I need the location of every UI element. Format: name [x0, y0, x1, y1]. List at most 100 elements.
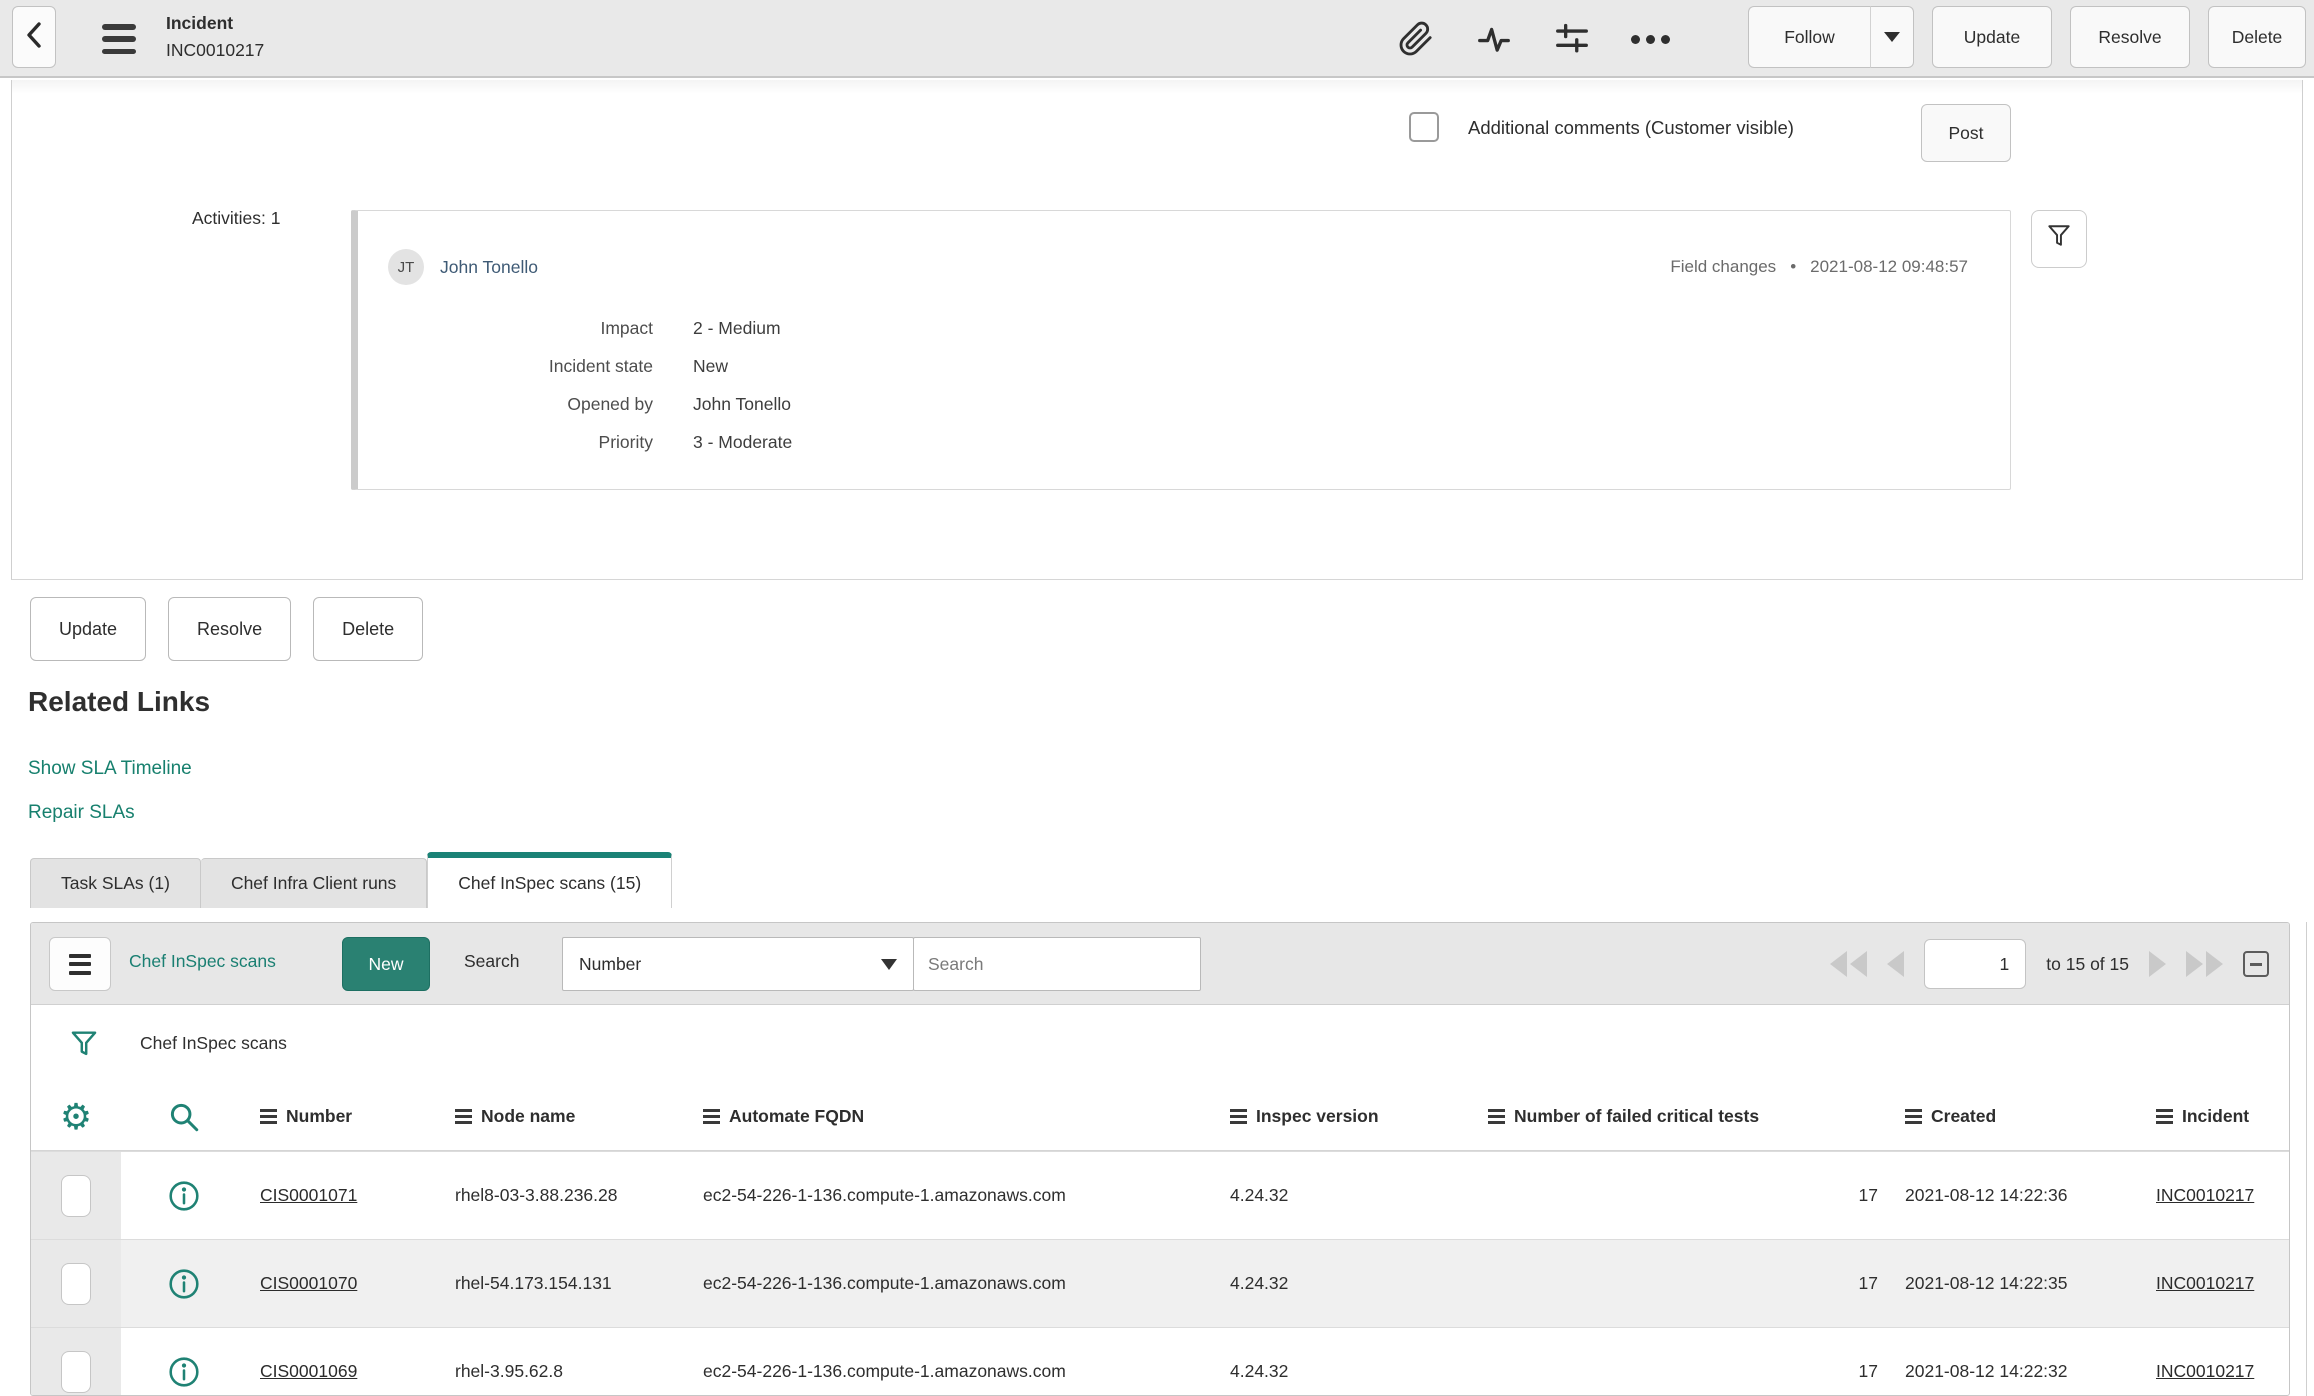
- activity-meta: Field changes • 2021-08-12 09:48:57: [1670, 257, 1968, 277]
- inspec-version-value: 4.24.32: [1230, 1273, 1289, 1293]
- activity-stream-icon[interactable]: [1473, 18, 1515, 60]
- search-field-select[interactable]: Number: [562, 937, 914, 991]
- row-checkbox[interactable]: [61, 1350, 91, 1393]
- field-change-row: Incident state New: [358, 347, 792, 385]
- attachment-icon[interactable]: [1395, 18, 1437, 60]
- row-checkbox[interactable]: [61, 1174, 91, 1217]
- resolve-button[interactable]: Resolve: [168, 597, 292, 661]
- info-icon[interactable]: [167, 1355, 201, 1389]
- repair-slas-link[interactable]: Repair SLAs: [28, 802, 135, 824]
- activity-field-changes: Impact 2 - Medium Incident state New Ope…: [358, 309, 792, 461]
- delete-button-header[interactable]: Delete: [2208, 6, 2306, 68]
- search-input[interactable]: [913, 937, 1201, 991]
- follow-split-button: Follow: [1748, 6, 1914, 68]
- row-preview-cell: [121, 1328, 246, 1395]
- select-caret-icon: [881, 958, 897, 970]
- column-header-created[interactable]: Created: [1886, 1106, 2156, 1127]
- created-value: 2021-08-12 14:22:35: [1905, 1273, 2068, 1293]
- scan-number-link[interactable]: CIS0001069: [260, 1361, 357, 1382]
- more-options-icon[interactable]: [1629, 18, 1671, 60]
- additional-comments-label: Additional comments (Customer visible): [1468, 117, 1794, 138]
- chevron-down-icon: [1884, 32, 1900, 42]
- column-header-automate-fqdn[interactable]: Automate FQDN: [701, 1106, 1226, 1127]
- column-header-inspec-version[interactable]: Inspec version: [1226, 1106, 1486, 1127]
- info-icon[interactable]: [167, 1179, 201, 1213]
- next-page-icon[interactable]: [2149, 951, 2166, 977]
- additional-comments-row: Additional comments (Customer visible) P…: [12, 80, 2302, 176]
- activity-entry-card: JT John Tonello Field changes • 2021-08-…: [351, 210, 2011, 490]
- first-page-icon[interactable]: [1830, 951, 1868, 977]
- form-context-menu-icon[interactable]: [102, 24, 138, 54]
- column-menu-icon: [2156, 1109, 2173, 1124]
- row-preview-cell: [121, 1152, 246, 1239]
- collapse-list-icon[interactable]: [2243, 951, 2269, 977]
- activity-filter-button[interactable]: [2031, 210, 2087, 268]
- automate-fqdn-value: ec2-54-226-1-136.compute-1.amazonaws.com: [703, 1185, 1066, 1205]
- tab-chef-inspec-scans[interactable]: Chef InSpec scans (15): [427, 852, 673, 908]
- column-menu-icon: [1905, 1109, 1922, 1124]
- post-button[interactable]: Post: [1921, 104, 2011, 162]
- field-value: 3 - Moderate: [693, 431, 793, 452]
- table-row: CIS0001071 rhel8-03-3.88.236.28 ec2-54-2…: [31, 1151, 2289, 1239]
- inspec-version-value: 4.24.32: [1230, 1361, 1289, 1381]
- scroll-edge-divider: [2306, 922, 2307, 1396]
- update-button-header[interactable]: Update: [1932, 6, 2052, 68]
- related-links-title: Related Links: [28, 686, 211, 717]
- column-header-node-name[interactable]: Node name: [451, 1106, 701, 1127]
- search-icon: [170, 1103, 198, 1131]
- back-button[interactable]: [12, 6, 56, 68]
- field-change-row: Impact 2 - Medium: [358, 309, 792, 347]
- column-header-number[interactable]: Number: [246, 1106, 451, 1127]
- info-icon[interactable]: [167, 1267, 201, 1301]
- column-label: Incident: [2182, 1106, 2250, 1126]
- incident-form-panel: Additional comments (Customer visible) P…: [11, 80, 2303, 580]
- last-page-icon[interactable]: [2186, 951, 2223, 977]
- page-number-input[interactable]: [1924, 939, 2027, 989]
- list-gear-icon[interactable]: ⚙: [31, 1083, 121, 1150]
- show-sla-timeline-link[interactable]: Show SLA Timeline: [28, 758, 192, 780]
- incident-link[interactable]: INC0010217: [2156, 1273, 2254, 1294]
- column-label: Node name: [481, 1106, 576, 1126]
- column-menu-icon: [1488, 1109, 1505, 1124]
- column-menu-icon: [1230, 1109, 1247, 1124]
- created-value: 2021-08-12 14:22:36: [1905, 1185, 2068, 1205]
- tab-task-slas[interactable]: Task SLAs (1): [30, 858, 201, 908]
- column-header-failed-critical-tests[interactable]: Number of failed critical tests: [1486, 1106, 1886, 1127]
- list-title-link[interactable]: Chef InSpec scans: [129, 951, 276, 972]
- header-icons: [1395, 0, 1671, 78]
- incident-link[interactable]: INC0010217: [2156, 1361, 2254, 1382]
- update-button[interactable]: Update: [30, 597, 147, 661]
- chef-inspec-scans-list: Chef InSpec scans New Search Number to 1…: [30, 922, 2290, 1396]
- incident-page: Incident INC0010217 Follow Update Resolv…: [0, 0, 2314, 1396]
- row-checkbox[interactable]: [61, 1262, 91, 1305]
- additional-comments-checkbox[interactable]: [1409, 112, 1439, 142]
- inspec-version-value: 4.24.32: [1230, 1185, 1289, 1205]
- follow-dropdown-button[interactable]: [1870, 6, 1914, 68]
- scan-number-link[interactable]: CIS0001071: [260, 1185, 357, 1206]
- column-menu-icon: [455, 1109, 472, 1124]
- list-funnel-icon[interactable]: [69, 1029, 99, 1066]
- list-search-icon[interactable]: [121, 1083, 246, 1150]
- incident-link[interactable]: INC0010217: [2156, 1185, 2254, 1206]
- follow-button[interactable]: Follow: [1748, 6, 1870, 68]
- scan-number-link[interactable]: CIS0001070: [260, 1273, 357, 1294]
- list-header-bar: Chef InSpec scans New Search Number to 1…: [31, 923, 2289, 1005]
- list-context-menu-icon[interactable]: [49, 937, 111, 991]
- row-checkbox-cell: [31, 1240, 121, 1327]
- field-change-row: Priority 3 - Moderate: [358, 423, 793, 461]
- field-value: New: [693, 355, 729, 376]
- column-header-incident[interactable]: Incident: [2156, 1106, 2289, 1127]
- resolve-button-header[interactable]: Resolve: [2070, 6, 2190, 68]
- new-button[interactable]: New: [342, 937, 430, 991]
- column-label: Automate FQDN: [729, 1106, 865, 1126]
- row-preview-cell: [121, 1240, 246, 1327]
- column-menu-icon: [703, 1109, 720, 1124]
- delete-button[interactable]: Delete: [313, 597, 424, 661]
- tab-chef-infra-client-runs[interactable]: Chef Infra Client runs: [200, 858, 428, 908]
- search-label: Search: [464, 951, 520, 971]
- column-label: Inspec version: [1256, 1106, 1379, 1126]
- column-label: Number: [286, 1106, 353, 1126]
- personalize-form-icon[interactable]: [1551, 18, 1593, 60]
- field-value: John Tonello: [693, 393, 791, 414]
- previous-page-icon[interactable]: [1887, 951, 1905, 977]
